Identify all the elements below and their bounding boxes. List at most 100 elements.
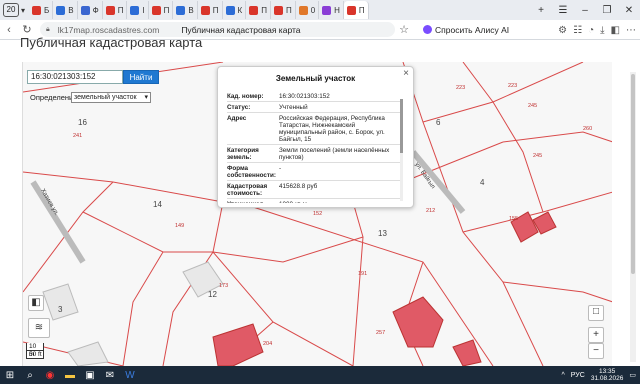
screenshot-icon[interactable]: ◧	[611, 25, 620, 36]
scale-feet: 50 ft	[26, 351, 44, 359]
browser-tab[interactable]: П	[103, 1, 128, 19]
search-button[interactable]: Найти	[123, 70, 159, 84]
system-tray: ^ РУС 13:35 31.08.2026 ▭	[562, 366, 637, 384]
clock[interactable]: 13:35 31.08.2026	[591, 368, 624, 382]
tab-favicon-icon	[130, 5, 140, 15]
yandex-browser-icon[interactable]: ◉	[40, 366, 60, 384]
popup-scroll-thumb[interactable]	[400, 99, 403, 153]
fullscreen-icon: □	[592, 306, 600, 317]
parcel-number-label: 245	[533, 153, 542, 159]
parcel-number-label: 260	[583, 126, 592, 132]
parcel-number-label: 191	[358, 271, 367, 277]
tab-favicon-icon	[151, 5, 161, 15]
popup-row-value: 16:30:021303:152	[279, 92, 330, 100]
popup-row: Категория земель: Земли поселений (земли …	[227, 145, 401, 163]
back-icon[interactable]: ‹	[0, 24, 18, 36]
word-icon[interactable]: W	[120, 366, 140, 384]
popup-row: Кад. номер: 16:30:021303:152	[227, 91, 401, 102]
maximize-icon[interactable]: ❐	[596, 5, 618, 16]
browser-tab[interactable]: П	[198, 1, 223, 19]
popup-row: Кадастровая стоимость: 415628.8 руб	[227, 181, 401, 199]
parcel-number-label: 155	[509, 216, 518, 222]
notifications-icon[interactable]: ▭	[629, 371, 636, 379]
browser-tab[interactable]: 0	[296, 1, 320, 19]
parcel-number-label: 212	[426, 208, 435, 214]
account-icon[interactable]: ◔	[588, 25, 594, 36]
definition-select-value: земельный участок	[74, 94, 137, 101]
language-indicator[interactable]: РУС	[571, 372, 585, 379]
tab-label: П	[212, 5, 219, 15]
cadastral-number-input[interactable]: 16:30:021303:152	[27, 70, 123, 84]
fullscreen-button[interactable]: □	[588, 305, 604, 321]
tab-label: П	[358, 5, 365, 15]
tab-favicon-icon	[249, 5, 259, 15]
new-tab-icon[interactable]: +	[530, 5, 552, 16]
parcel-block-label: 12	[208, 290, 217, 299]
popup-row: Статус: Учтенный	[227, 102, 401, 113]
parcel-block-label: 6	[436, 118, 441, 127]
lock-icon: 🔒︎	[46, 25, 50, 33]
store-icon[interactable]: ▣	[80, 366, 100, 384]
start-icon[interactable]: ⊞	[0, 366, 20, 384]
parcel-number-label: 245	[528, 103, 537, 109]
tab-label: П	[117, 5, 124, 15]
layer-toggle-button[interactable]: ◧	[28, 295, 44, 311]
os-taskbar: ⊞ ⌕ ◉ ▬ ▣ ✉ W ^ РУС 13:35 31.08.2026 ▭	[0, 366, 640, 384]
popup-row-value: -	[279, 164, 282, 172]
chevron-up-icon[interactable]: ^	[562, 372, 565, 379]
tab-label: П	[163, 5, 170, 15]
page-scroll-thumb[interactable]	[631, 74, 635, 274]
browser-tab[interactable]: В	[53, 1, 78, 19]
popup-row-value: 415628.8 руб	[279, 182, 318, 190]
menu-icon[interactable]: ⋯	[626, 25, 636, 36]
minimize-icon[interactable]: –	[574, 5, 596, 16]
zoom-out-button[interactable]: −	[588, 343, 604, 359]
browser-tab[interactable]: I	[127, 1, 149, 19]
plus-icon: +	[593, 329, 599, 340]
browser-tab[interactable]: П	[149, 1, 174, 19]
popup-row: Уточненная1000 кв.м	[227, 199, 401, 204]
close-icon[interactable]: ✕	[618, 5, 640, 16]
tab-label: В	[68, 5, 74, 15]
popup-scrollbar[interactable]	[400, 99, 403, 201]
tab-label: 0	[310, 5, 316, 15]
popup-table: Кад. номер: 16:30:021303:152 Статус: Учтенн…	[227, 91, 401, 203]
tab-label: Б	[44, 5, 50, 15]
page-title-in-bar: Публичная кадастровая карта	[181, 24, 301, 35]
tabs-menu-icon[interactable]: ☰	[552, 5, 574, 16]
browser-tab[interactable]: К	[223, 1, 247, 19]
zoom-in-button[interactable]: +	[588, 327, 604, 343]
tab-label: Ф	[92, 5, 99, 15]
file-explorer-icon[interactable]: ▬	[60, 366, 80, 384]
browser-tab[interactable]: П	[246, 1, 271, 19]
browser-tab[interactable]: Б	[29, 1, 54, 19]
page-scrollbar[interactable]	[630, 72, 636, 362]
search-icon[interactable]: ⌕	[20, 366, 40, 384]
parcel-info-popup: Земельный участок × Кад. номер: 16:30:021…	[217, 66, 414, 208]
alice-button[interactable]: Спросить Алису AI	[423, 25, 509, 35]
download-icon[interactable]: ⤓	[600, 25, 604, 36]
mail-icon[interactable]: ✉	[100, 366, 120, 384]
tab-favicon-icon	[105, 5, 115, 15]
browser-tab[interactable]: Н	[319, 1, 344, 19]
bookmark-icon[interactable]: ☆	[395, 23, 413, 36]
tab-label: П	[261, 5, 267, 15]
tab-favicon-icon	[56, 5, 66, 15]
collections-icon[interactable]: ☷	[573, 25, 582, 36]
extensions-icon[interactable]: ⚙	[558, 25, 567, 36]
layers-button[interactable]: ≋	[28, 318, 50, 338]
page-title: Публичная кадастровая карта	[20, 35, 203, 50]
search-panel: 16:30:021303:152 Найти Определение: земе…	[27, 70, 159, 106]
browser-tab[interactable]: В	[173, 1, 198, 19]
browser-tab[interactable]: П	[343, 1, 369, 19]
browser-tab[interactable]: П	[271, 1, 296, 19]
browser-tab[interactable]: Ф	[78, 1, 103, 19]
parcel-block-label: 3	[58, 305, 63, 314]
clock-time: 13:35	[598, 368, 616, 375]
tab-count-badge[interactable]: 20	[3, 3, 19, 17]
definition-select[interactable]: земельный участок ▾	[71, 92, 151, 103]
chevron-down-icon[interactable]: ▾	[19, 6, 27, 15]
close-icon[interactable]: ×	[403, 68, 409, 79]
window-controls: + ☰ – ❐ ✕	[530, 0, 640, 20]
tab-strip: Б В Ф П I П В П К П П 0 Н П	[29, 0, 369, 20]
